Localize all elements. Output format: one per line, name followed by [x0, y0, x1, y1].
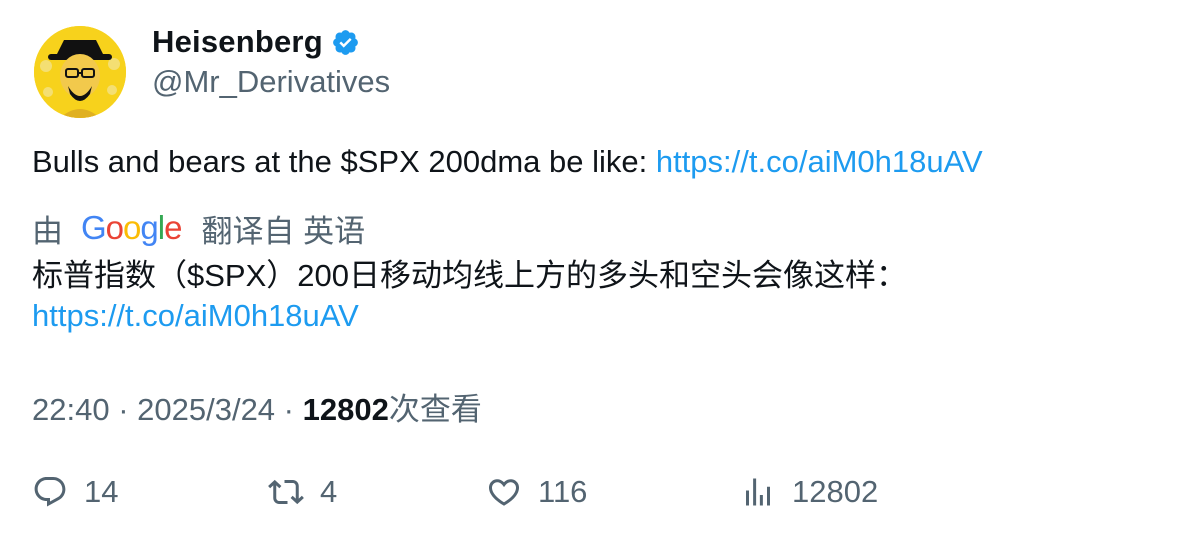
translated-link[interactable]: https://t.co/aiM0h18uAV [32, 296, 1172, 336]
verified-badge-icon [332, 29, 358, 55]
views-label: 次查看 [388, 392, 482, 427]
google-logo[interactable]: Google [81, 209, 182, 247]
heart-icon [488, 479, 520, 506]
translation-attribution: 由 Google 翻译自 英语 [32, 208, 366, 249]
author-display-name[interactable]: Heisenberg [152, 24, 323, 60]
translation-by-label: 由 [32, 213, 63, 249]
translation-from-label: 翻译自 英语 [201, 213, 366, 249]
retweet-button[interactable]: 4 [268, 470, 337, 514]
views-count: 12802 [302, 392, 389, 427]
tweet-time[interactable]: 22:40 [32, 392, 110, 427]
views-action-count: 12802 [792, 474, 879, 509]
retweet-icon [268, 479, 304, 505]
meta-separator: · [275, 392, 303, 427]
reply-button[interactable]: 14 [32, 470, 118, 514]
meta-separator: · [109, 392, 138, 427]
author-name-row[interactable]: Heisenberg [152, 24, 360, 60]
reply-count: 14 [84, 474, 119, 509]
like-count: 116 [538, 474, 588, 509]
tweet-body: Bulls and bears at the $SPX 200dma be li… [32, 144, 656, 179]
tweet-date[interactable]: 2025/3/24 [137, 392, 275, 427]
tweet-meta: 22:40 · 2025/3/24 · 12802次查看 [32, 384, 482, 429]
translated-text: 标普指数（$SPX）200日移动均线上方的多头和空头会像这样： https://… [32, 256, 1172, 336]
author-handle[interactable]: @Mr_Derivatives [152, 64, 390, 100]
translated-body: 标普指数（$SPX）200日移动均线上方的多头和空头会像这样： [32, 258, 907, 293]
action-bar: 14 4 116 12802 [32, 470, 1172, 514]
avatar[interactable] [34, 26, 126, 118]
analytics-icon [746, 478, 770, 506]
heisenberg-avatar [34, 26, 126, 118]
tweet-text: Bulls and bears at the $SPX 200dma be li… [32, 143, 983, 181]
tweet-link[interactable]: https://t.co/aiM0h18uAV [656, 144, 983, 179]
reply-icon [34, 477, 66, 507]
like-button[interactable]: 116 [486, 470, 587, 514]
views-button[interactable]: 12802 [740, 470, 878, 514]
retweet-count: 4 [320, 474, 338, 509]
